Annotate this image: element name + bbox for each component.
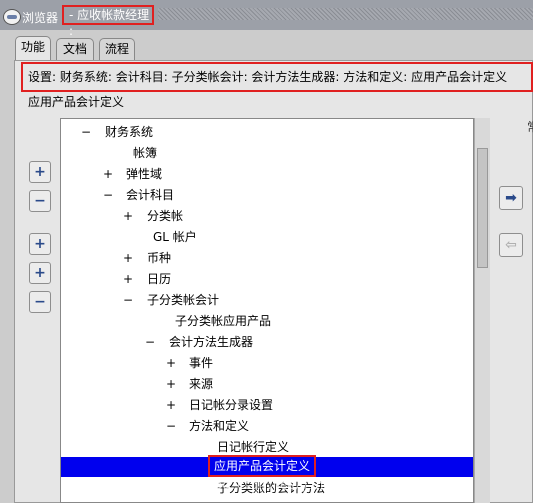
tree-node-label: 弹性域	[126, 167, 163, 181]
tree-node-label: 事件	[189, 356, 214, 370]
expand-branch-icon: +	[34, 236, 46, 252]
remove-from-top-ten-button[interactable]: ⇦	[499, 233, 523, 257]
arrow-left-icon: ⇦	[505, 237, 517, 253]
tree-node[interactable]: + 来源	[61, 374, 473, 394]
collapse-all-button[interactable]: −	[29, 291, 51, 313]
plus-icon: +	[34, 164, 46, 180]
tree-node[interactable]: + 弹性域	[61, 164, 473, 184]
collapse-button[interactable]: −	[29, 190, 51, 212]
tree-node-label: 方法和定义	[189, 419, 250, 433]
tree-node[interactable]: + 事件	[61, 353, 473, 373]
tree-node[interactable]: − 财务系统	[61, 122, 473, 142]
tree-node[interactable]: − 会计科目	[61, 185, 473, 205]
app-logo-icon	[3, 9, 21, 25]
section-title: 应用产品会计定义	[28, 95, 125, 109]
tree-node-label: 应用产品会计定义	[208, 455, 317, 477]
right-panel-label: 常	[527, 118, 533, 135]
tree-node-label: 会计方法生成器	[169, 335, 254, 349]
tree-node[interactable]: 日记帐行定义	[61, 437, 473, 457]
tree-node-label: 子分类帐会计	[147, 293, 220, 307]
tree-node-label: 日历	[147, 272, 172, 286]
arrow-right-icon: ➡	[505, 190, 517, 206]
expand-toggle[interactable]: +	[166, 353, 176, 373]
collapse-toggle[interactable]: −	[81, 122, 91, 142]
tree-scrollbar[interactable]	[474, 118, 490, 503]
expand-toggle[interactable]: +	[123, 248, 133, 268]
expand-toggle[interactable]: +	[166, 374, 176, 394]
expand-all-button[interactable]: +	[29, 262, 51, 284]
tree-node-label: 来源	[189, 377, 214, 391]
tree-node[interactable]: − 会计方法生成器	[61, 332, 473, 352]
tree-node[interactable]: + 币种	[61, 248, 473, 268]
function-tree[interactable]: − 财务系统 帐簿 + 弹性域 − 会计科目 + 分类帐 GL 帐户 + 币种 …	[60, 118, 474, 503]
expand-all-icon: +	[34, 265, 46, 281]
tree-node-label: 日记帐行定义	[217, 440, 290, 454]
collapse-toggle[interactable]: −	[145, 332, 155, 352]
collapse-toggle[interactable]: −	[123, 290, 133, 310]
tab-functions-active[interactable]: 功能	[15, 36, 51, 60]
tree-node-label: GL 帐户	[153, 230, 197, 244]
tree-node-label: 日记帐分录设置	[189, 398, 274, 412]
collapse-all-icon: −	[34, 294, 46, 310]
collapse-toggle[interactable]: −	[103, 185, 113, 205]
tree-node[interactable]: + 分类帐	[61, 206, 473, 226]
tab-documents[interactable]: 文档	[56, 38, 94, 60]
expand-toggle[interactable]: +	[166, 395, 176, 415]
tree-node-label: 财务系统	[105, 125, 154, 139]
expand-button[interactable]: +	[29, 161, 51, 183]
responsibility-label: - 应收帐款经理 :	[62, 5, 154, 38]
expand-branch-button[interactable]: +	[29, 233, 51, 255]
tree-node[interactable]: GL 帐户	[61, 227, 473, 247]
tree-node[interactable]: + 日记帐分录设置	[61, 395, 473, 415]
tree-node-label: 帐簿	[133, 146, 158, 160]
watermark: http://blog.csdn.net/jinyuwei1990618	[150, 478, 411, 492]
tree-node-label: 会计科目	[126, 188, 175, 202]
tab-processes[interactable]: 流程	[99, 38, 135, 60]
title-bar-texture	[158, 8, 533, 20]
tree-node-label: 子分类帐应用产品	[175, 314, 272, 328]
minus-icon: −	[34, 193, 46, 209]
tree-node[interactable]: 帐簿	[61, 143, 473, 163]
tree-node-label: 分类帐	[147, 209, 184, 223]
tree-node[interactable]: − 方法和定义	[61, 416, 473, 436]
collapse-toggle[interactable]: −	[166, 416, 176, 436]
tree-node[interactable]: 子分类帐应用产品	[61, 311, 473, 331]
tree-node-selected[interactable]: 应用产品会计定义	[61, 455, 473, 477]
tree-node[interactable]: + 日历	[61, 269, 473, 289]
tree-node-label: 币种	[147, 251, 172, 265]
expand-toggle[interactable]: +	[123, 206, 133, 226]
window-title: 浏览器	[22, 11, 59, 25]
scrollbar-thumb[interactable]	[477, 148, 488, 268]
tree-node[interactable]: − 子分类帐会计	[61, 290, 473, 310]
add-to-top-ten-button[interactable]: ➡	[499, 186, 523, 210]
expand-toggle[interactable]: +	[103, 164, 113, 184]
expand-toggle[interactable]: +	[123, 269, 133, 289]
breadcrumb: 设置: 财务系统: 会计科目: 子分类帐会计: 会计方法生成器: 方法和定义: …	[21, 62, 533, 92]
